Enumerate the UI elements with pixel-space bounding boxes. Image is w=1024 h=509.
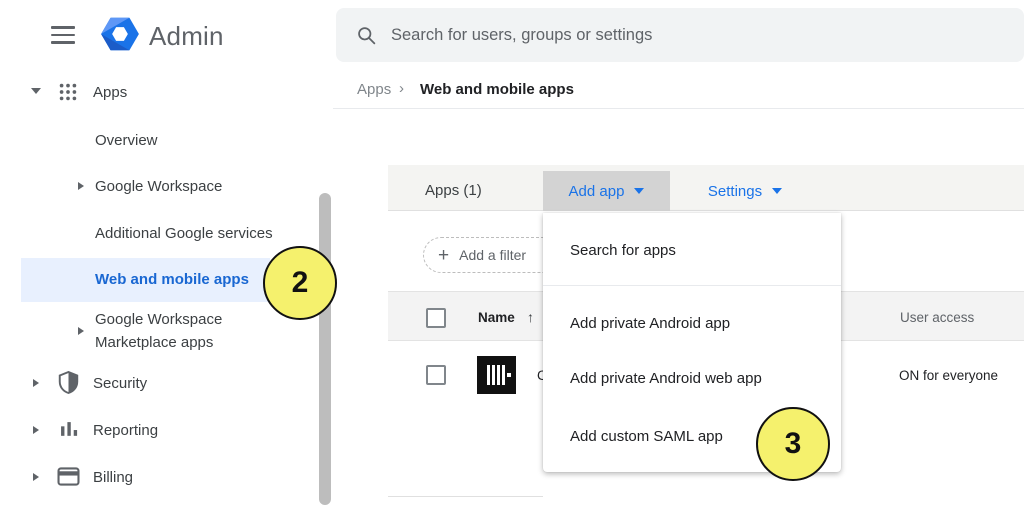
apps-count-label: Apps (1) (425, 182, 482, 199)
sidebar-item-marketplace-apps[interactable]: Google Workspace Marketplace apps (78, 311, 318, 353)
hamburger-menu-icon[interactable] (51, 21, 75, 49)
chevron-right-icon (78, 327, 84, 335)
column-header-name[interactable]: Name (478, 310, 515, 325)
column-header-user-access: User access (900, 310, 974, 325)
app-title: Admin (149, 21, 224, 52)
add-filter-label: Add a filter (459, 247, 526, 263)
search-bar[interactable] (336, 8, 1024, 62)
plus-icon: + (438, 246, 449, 265)
chevron-right-icon (33, 426, 39, 434)
annotation-step-2-badge: 2 (263, 246, 337, 320)
breadcrumb-divider (333, 108, 1024, 109)
admin-console-page: Admin Apps Overview Google Workspace Add… (0, 0, 1024, 509)
menu-item-add-private-android-web-app[interactable]: Add private Android web app (570, 370, 762, 387)
chevron-right-icon (33, 379, 39, 387)
menu-divider (543, 285, 841, 286)
menu-item-add-private-android-app[interactable]: Add private Android app (570, 315, 730, 332)
search-input[interactable] (391, 26, 951, 45)
add-app-label: Add app (569, 183, 625, 200)
sidebar-scrollbar[interactable] (319, 193, 331, 505)
sidebar-item-reporting[interactable]: Reporting (30, 418, 320, 442)
google-admin-logo-icon (99, 13, 141, 55)
sidebar-item-additional-google-services[interactable]: Additional Google services (95, 225, 273, 242)
credit-card-icon (57, 467, 80, 486)
bar-chart-icon (60, 420, 79, 439)
shield-icon (58, 371, 79, 394)
menu-item-add-custom-saml-app[interactable]: Add custom SAML app (570, 428, 723, 445)
breadcrumb-parent[interactable]: Apps (357, 81, 391, 98)
row-checkbox[interactable] (426, 365, 446, 385)
table-row-divider (388, 496, 543, 497)
sort-ascending-icon[interactable]: ↑ (527, 309, 534, 325)
app-logo-icon (477, 356, 516, 394)
search-icon (356, 25, 377, 46)
sidebar-item-security[interactable]: Security (30, 371, 320, 395)
chevron-down-icon (634, 188, 644, 194)
apps-grid-icon (57, 81, 79, 103)
sidebar-item-billing[interactable]: Billing (30, 465, 320, 489)
chevron-right-icon (78, 182, 84, 190)
sidebar-item-google-workspace[interactable]: Google Workspace (78, 178, 318, 198)
menu-item-search-for-apps[interactable]: Search for apps (570, 242, 676, 259)
chevron-down-icon (772, 188, 782, 194)
settings-label: Settings (708, 183, 762, 200)
sidebar-item-apps[interactable]: Apps (22, 76, 322, 110)
breadcrumb-separator: › (399, 80, 404, 97)
sidebar-item-web-and-mobile-apps[interactable]: Web and mobile apps (21, 258, 270, 302)
breadcrumb-current: Web and mobile apps (420, 81, 574, 98)
add-app-button[interactable]: Add app (543, 171, 670, 211)
user-access-value: ON for everyone (899, 368, 998, 383)
chevron-right-icon (33, 473, 39, 481)
sidebar-item-label: Apps (93, 84, 127, 101)
annotation-step-3-badge: 3 (756, 407, 830, 481)
chevron-down-icon (31, 88, 41, 94)
settings-button[interactable]: Settings (695, 171, 795, 211)
sidebar-item-overview[interactable]: Overview (95, 132, 158, 149)
select-all-checkbox[interactable] (426, 308, 446, 328)
